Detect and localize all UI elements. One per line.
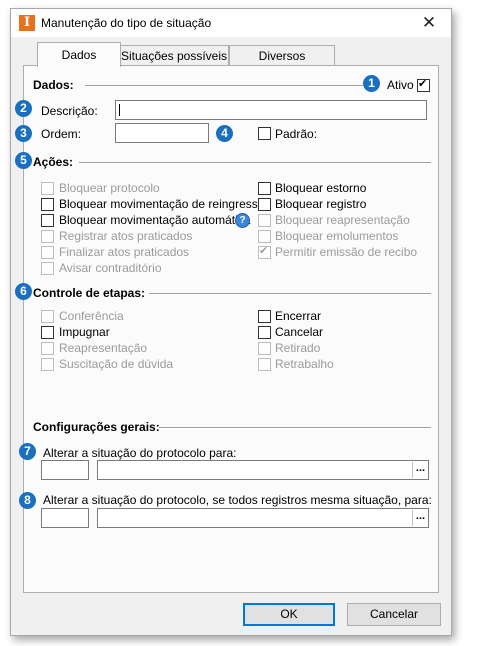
title-bar: I Manutenção do tipo de situação ✕ (11, 9, 451, 37)
help-icon[interactable]: ? (235, 213, 250, 228)
label-bloquear-protocolo: Bloquear protocolo (59, 181, 160, 195)
alterar-todos-code-input[interactable] (41, 508, 89, 528)
checkbox-bloquear-registro[interactable] (258, 198, 271, 211)
tab-dados[interactable]: Dados (37, 42, 121, 67)
controle-section-label: Controle de etapas: (33, 286, 146, 300)
callout-badge-8: 8 (19, 492, 36, 509)
dialog-window: I Manutenção do tipo de situação ✕ Dados… (10, 8, 452, 636)
callout-badge-2: 2 (15, 100, 32, 117)
dados-section-label: Dados: (33, 78, 74, 92)
callout-badge-5: 5 (15, 152, 32, 169)
tab-situacoes-possiveis[interactable]: Situações possíveis (119, 45, 229, 66)
checkbox-permitir-recibo[interactable]: ✔ (258, 245, 271, 259)
callout-badge-6: 6 (15, 283, 32, 300)
controle-separator (149, 293, 431, 295)
window-title: Manutenção do tipo de situação (41, 16, 212, 30)
acoes-section-label: Ações: (33, 155, 74, 169)
label-encerrar: Encerrar (275, 309, 322, 323)
padrao-checkbox[interactable] (258, 127, 271, 140)
checkbox-avisar-contraditorio[interactable] (41, 262, 54, 275)
padrao-label: Padrão: (275, 127, 318, 141)
checkbox-suscitacao-duvida[interactable] (41, 358, 54, 371)
label-cancelar: Cancelar (275, 325, 324, 339)
text-cursor (119, 104, 120, 116)
alterar-situacao-desc-input[interactable]: ... (97, 460, 429, 480)
label-retirado: Retirado (275, 341, 321, 355)
ativo-checkbox[interactable]: ✔ (417, 78, 430, 92)
check-icon: ✔ (418, 78, 428, 90)
label-bloquear-emolumentos: Bloquear emolumentos (275, 229, 399, 243)
config-section-label: Configurações gerais: (33, 420, 160, 434)
checkbox-bloquear-protocolo[interactable] (41, 182, 54, 195)
checkbox-retrabalho[interactable] (258, 358, 271, 371)
descricao-input[interactable] (115, 100, 427, 120)
close-button[interactable]: ✕ (409, 9, 449, 37)
label-reapresentacao: Reapresentação (59, 341, 148, 355)
checkbox-registrar-atos[interactable] (41, 230, 54, 243)
checkbox-bloquear-reingresso[interactable] (41, 198, 54, 211)
label-registrar-atos: Registrar atos praticados (59, 229, 193, 243)
lookup-button[interactable]: ... (412, 462, 428, 478)
lookup-button[interactable]: ... (412, 510, 428, 526)
ordem-input[interactable] (115, 123, 209, 143)
alterar-situacao-label: Alterar a situação do protocolo para: (43, 446, 237, 460)
checkbox-retirado[interactable] (258, 342, 271, 355)
alterar-situacao-code-input[interactable] (41, 460, 89, 480)
label-finalizar-atos: Finalizar atos praticados (59, 245, 190, 259)
callout-badge-3: 3 (15, 125, 32, 142)
label-retrabalho: Retrabalho (275, 357, 334, 371)
label-bloquear-reapresentacao: Bloquear reapresentação (275, 213, 410, 227)
checkbox-encerrar[interactable] (258, 310, 271, 323)
label-bloquear-reingresso: Bloquear movimentação de reingresso (59, 197, 265, 211)
checkbox-impugnar[interactable] (41, 326, 54, 339)
alterar-todos-label: Alterar a situação do protocolo, se todo… (43, 493, 432, 507)
dados-separator (85, 85, 363, 87)
check-icon: ✔ (259, 245, 269, 257)
checkbox-bloquear-automatica[interactable] (41, 214, 54, 227)
checkbox-finalizar-atos[interactable] (41, 246, 54, 259)
label-avisar-contraditorio: Avisar contraditório (59, 261, 162, 275)
callout-badge-1: 1 (363, 75, 380, 92)
label-bloquear-automatica: Bloquear movimentação automática (59, 213, 251, 227)
checkbox-cancelar[interactable] (258, 326, 271, 339)
label-suscitacao-duvida: Suscitação de dúvida (59, 357, 174, 371)
label-conferencia: Conferência (59, 309, 124, 323)
ok-button[interactable]: OK (243, 603, 335, 626)
checkbox-reapresentacao[interactable] (41, 342, 54, 355)
label-bloquear-registro: Bloquear registro (275, 197, 367, 211)
cancel-button[interactable]: Cancelar (347, 603, 441, 626)
checkbox-bloquear-emolumentos[interactable] (258, 230, 271, 243)
checkbox-bloquear-reapresentacao[interactable] (258, 214, 271, 227)
tab-diversos[interactable]: Diversos (229, 45, 335, 66)
callout-badge-7: 7 (19, 443, 36, 460)
config-separator (159, 427, 431, 429)
checkbox-conferencia[interactable] (41, 310, 54, 323)
app-icon: I (19, 15, 35, 31)
ativo-label: Ativo (387, 78, 414, 92)
alterar-todos-desc-input[interactable]: ... (97, 508, 429, 528)
acoes-separator (79, 162, 431, 164)
label-impugnar: Impugnar (59, 325, 110, 339)
checkbox-bloquear-estorno[interactable] (258, 182, 271, 195)
callout-badge-4: 4 (216, 125, 233, 142)
ordem-label: Ordem: (41, 127, 82, 141)
label-bloquear-estorno: Bloquear estorno (275, 181, 367, 195)
descricao-label: Descrição: (41, 104, 98, 118)
label-permitir-recibo: Permitir emissão de recibo (275, 245, 418, 259)
